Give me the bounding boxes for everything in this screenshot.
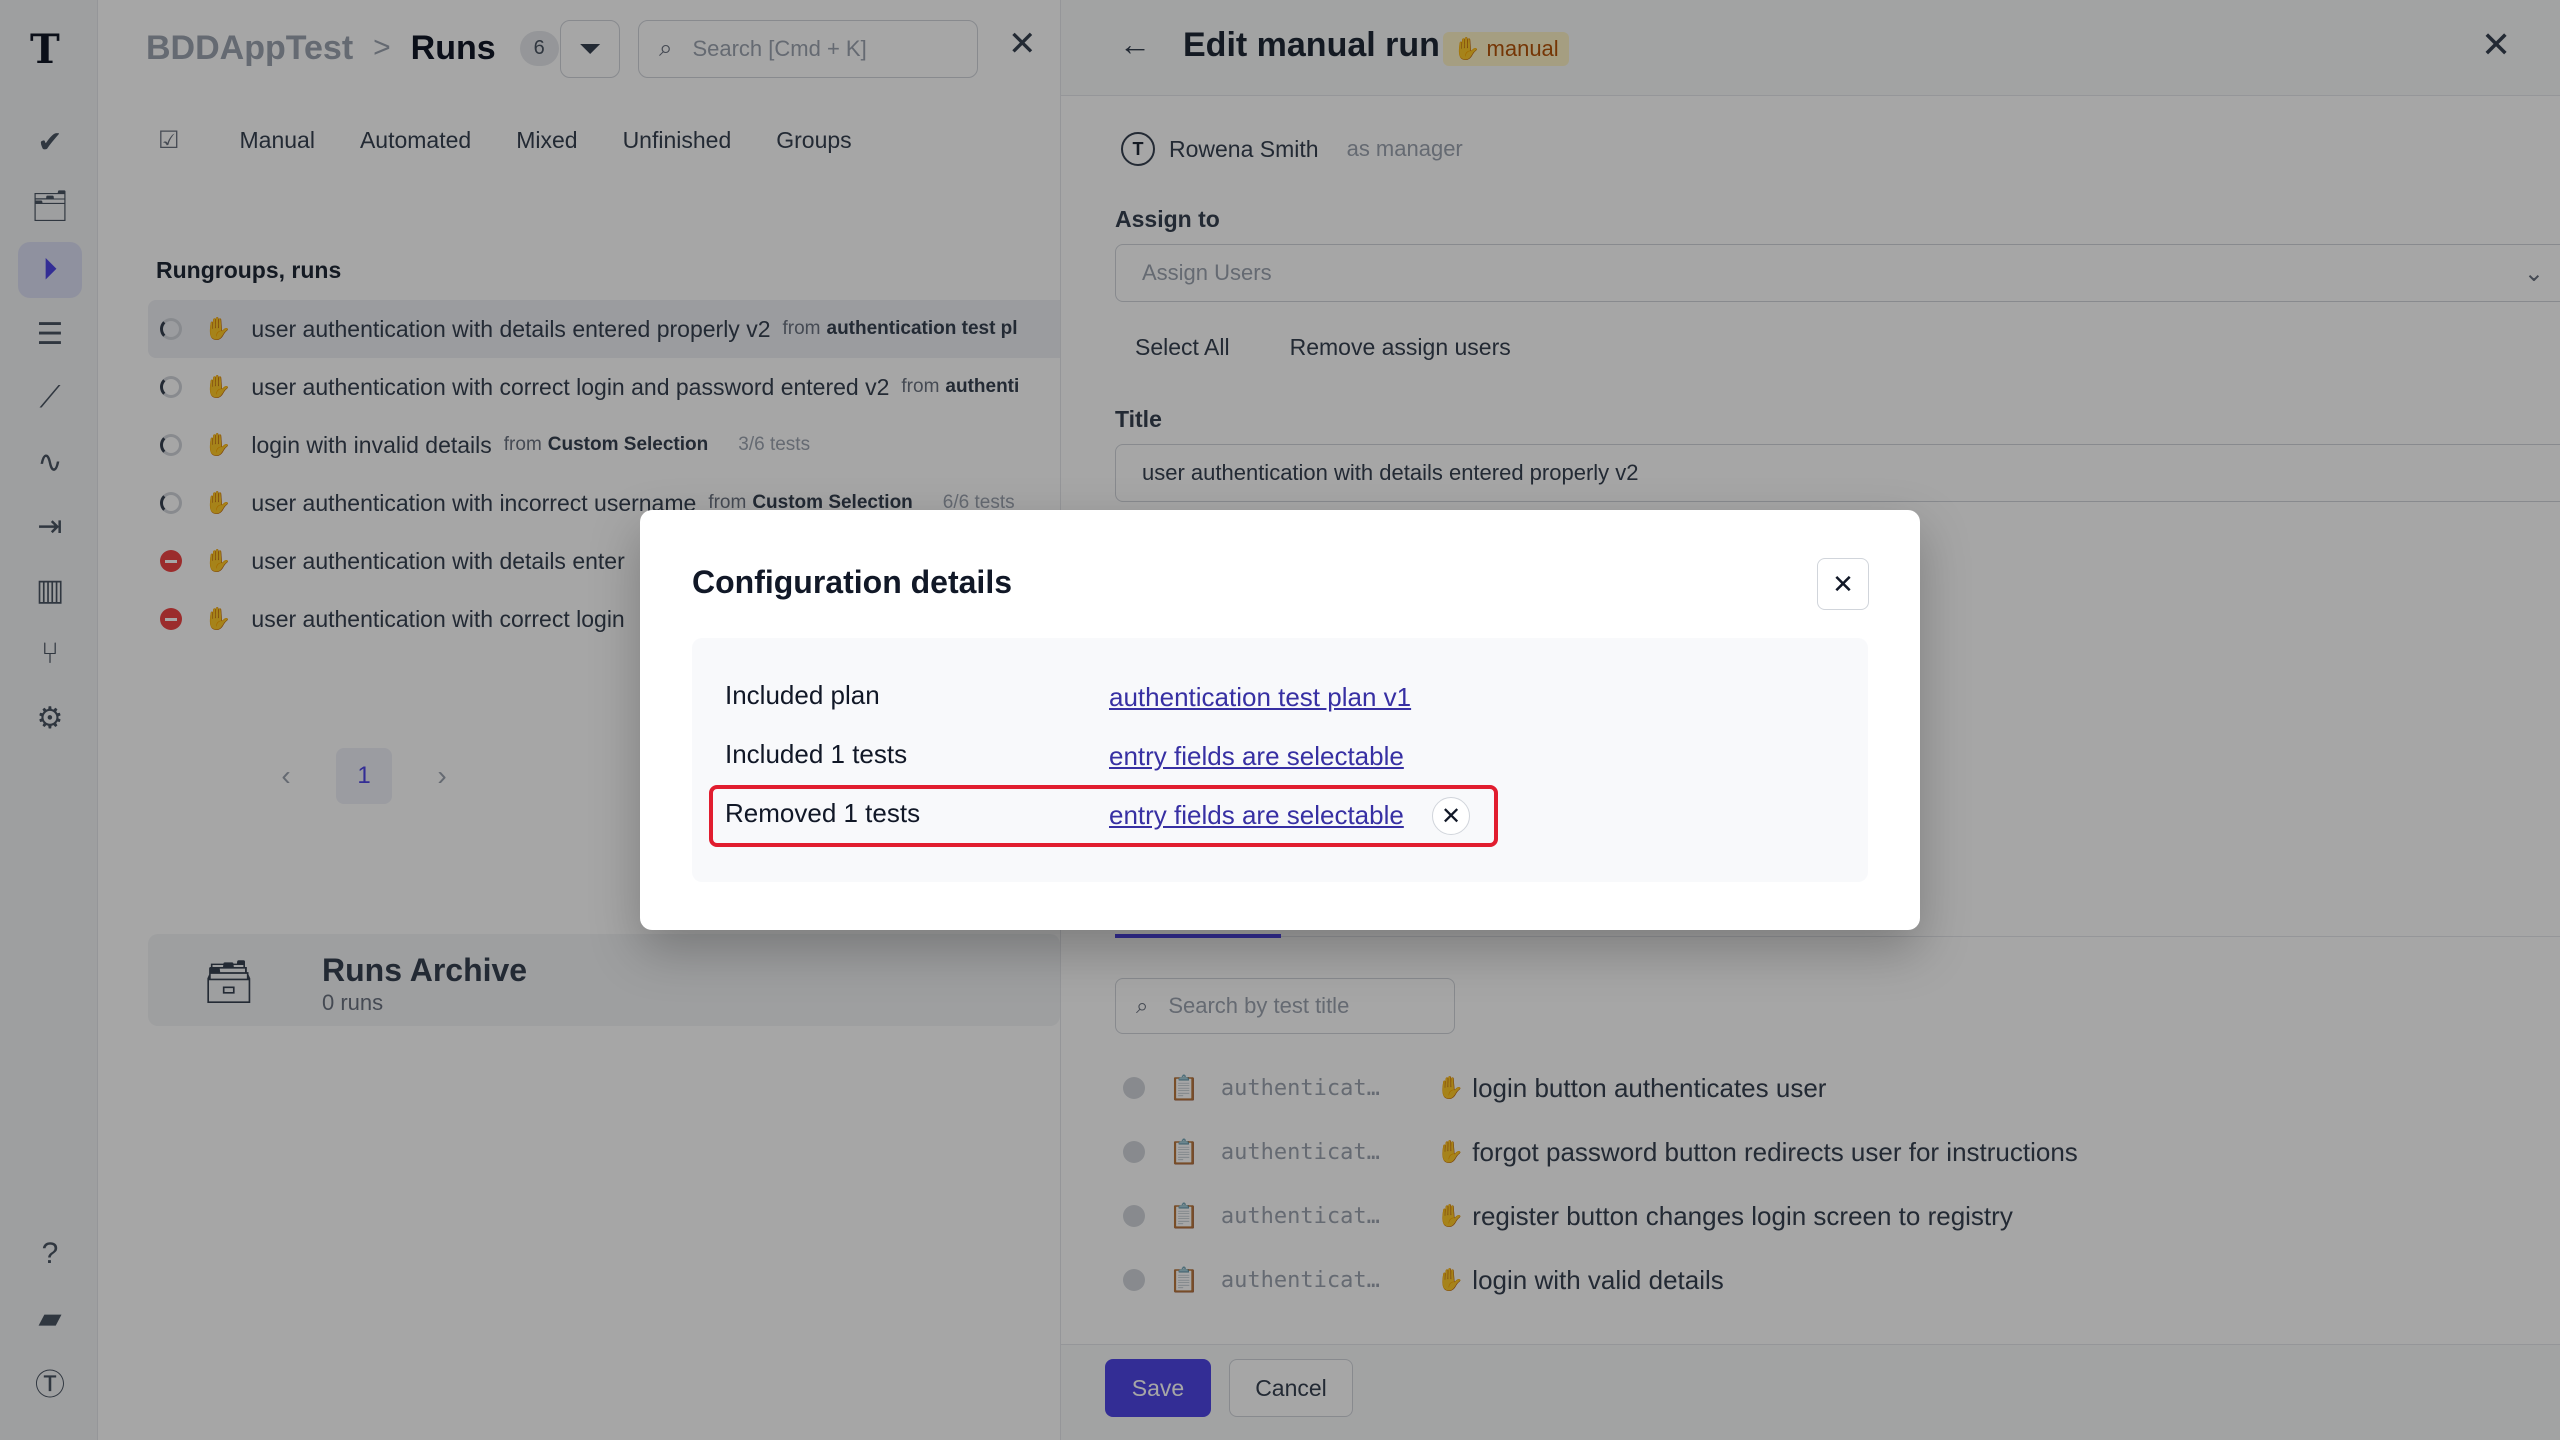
included-test-link[interactable]: entry fields are selectable	[1109, 741, 1404, 772]
modal-title: Configuration details	[692, 564, 1012, 600]
close-icon: ✕	[1832, 568, 1854, 599]
detail-label: Included 1 tests	[725, 739, 908, 769]
detail-label: Included plan	[725, 680, 880, 710]
detail-row-included-tests: Included 1 tests entry fields are select…	[692, 727, 1868, 783]
remove-test-button[interactable]: ✕	[1432, 797, 1470, 835]
detail-row-included-plan: Included plan authentication test plan v…	[692, 668, 1868, 724]
configuration-modal: Configuration details ✕ Included plan au…	[640, 510, 1920, 930]
highlight-box	[709, 785, 1498, 847]
modal-close-button[interactable]: ✕	[1817, 558, 1869, 610]
close-icon: ✕	[1440, 802, 1462, 830]
plan-link[interactable]: authentication test plan v1	[1109, 682, 1411, 713]
